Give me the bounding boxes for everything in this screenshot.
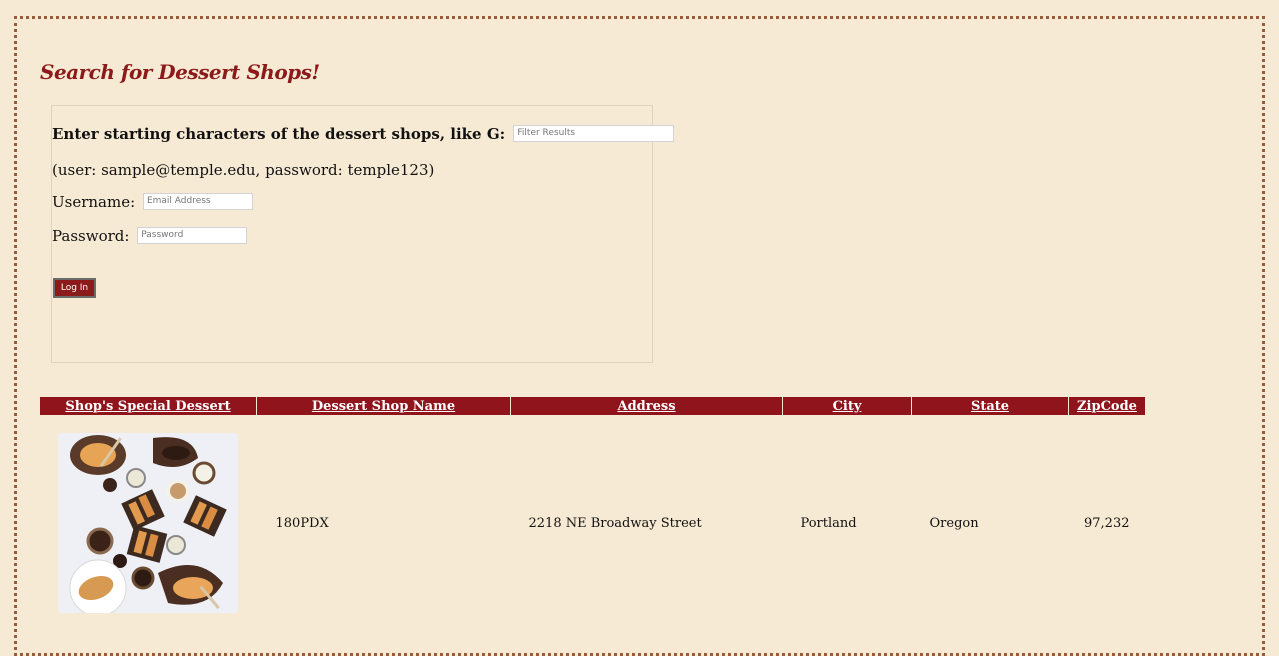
dessert-shops-table: Shop's Special Dessert Dessert Shop Name…	[40, 397, 1145, 631]
password-row: Password:	[52, 226, 248, 246]
special-dessert-cell	[40, 415, 257, 631]
city-cell: Portland	[800, 515, 857, 531]
page-title: Search for Dessert Shops!	[40, 60, 320, 84]
username-row: Username:	[52, 192, 253, 212]
filter-row: Enter starting characters of the dessert…	[52, 124, 675, 144]
state-cell: Oregon	[929, 515, 979, 531]
header-address[interactable]: Address	[510, 397, 783, 415]
address-cell: 2218 NE Broadway Street	[528, 515, 702, 531]
header-city[interactable]: City	[782, 397, 912, 415]
dessert-photo-graphic	[58, 433, 239, 613]
header-shop-name[interactable]: Dessert Shop Name	[256, 397, 511, 415]
table-header-row: Shop's Special Dessert Dessert Shop Name…	[40, 397, 1145, 415]
username-input[interactable]	[142, 192, 253, 210]
password-label: Password:	[52, 227, 130, 245]
header-zipcode[interactable]: ZipCode	[1068, 397, 1145, 415]
shop-name-cell: 180PDX	[275, 515, 329, 531]
password-input[interactable]	[137, 226, 248, 244]
table-row: 180PDX 2218 NE Broadway Street Portland …	[40, 415, 1145, 631]
filter-input[interactable]	[513, 124, 675, 142]
username-label: Username:	[52, 193, 136, 211]
login-button[interactable]: Log In	[53, 278, 96, 298]
search-login-panel: Enter starting characters of the dessert…	[51, 105, 675, 363]
header-state[interactable]: State	[911, 397, 1069, 415]
dessert-photo-icon	[58, 433, 239, 613]
credentials-hint: (user: sample@temple.edu, password: temp…	[52, 161, 435, 179]
zipcode-cell: 97,232	[1084, 515, 1130, 531]
header-special-dessert[interactable]: Shop's Special Dessert	[40, 397, 257, 415]
filter-label: Enter starting characters of the dessert…	[52, 125, 506, 143]
